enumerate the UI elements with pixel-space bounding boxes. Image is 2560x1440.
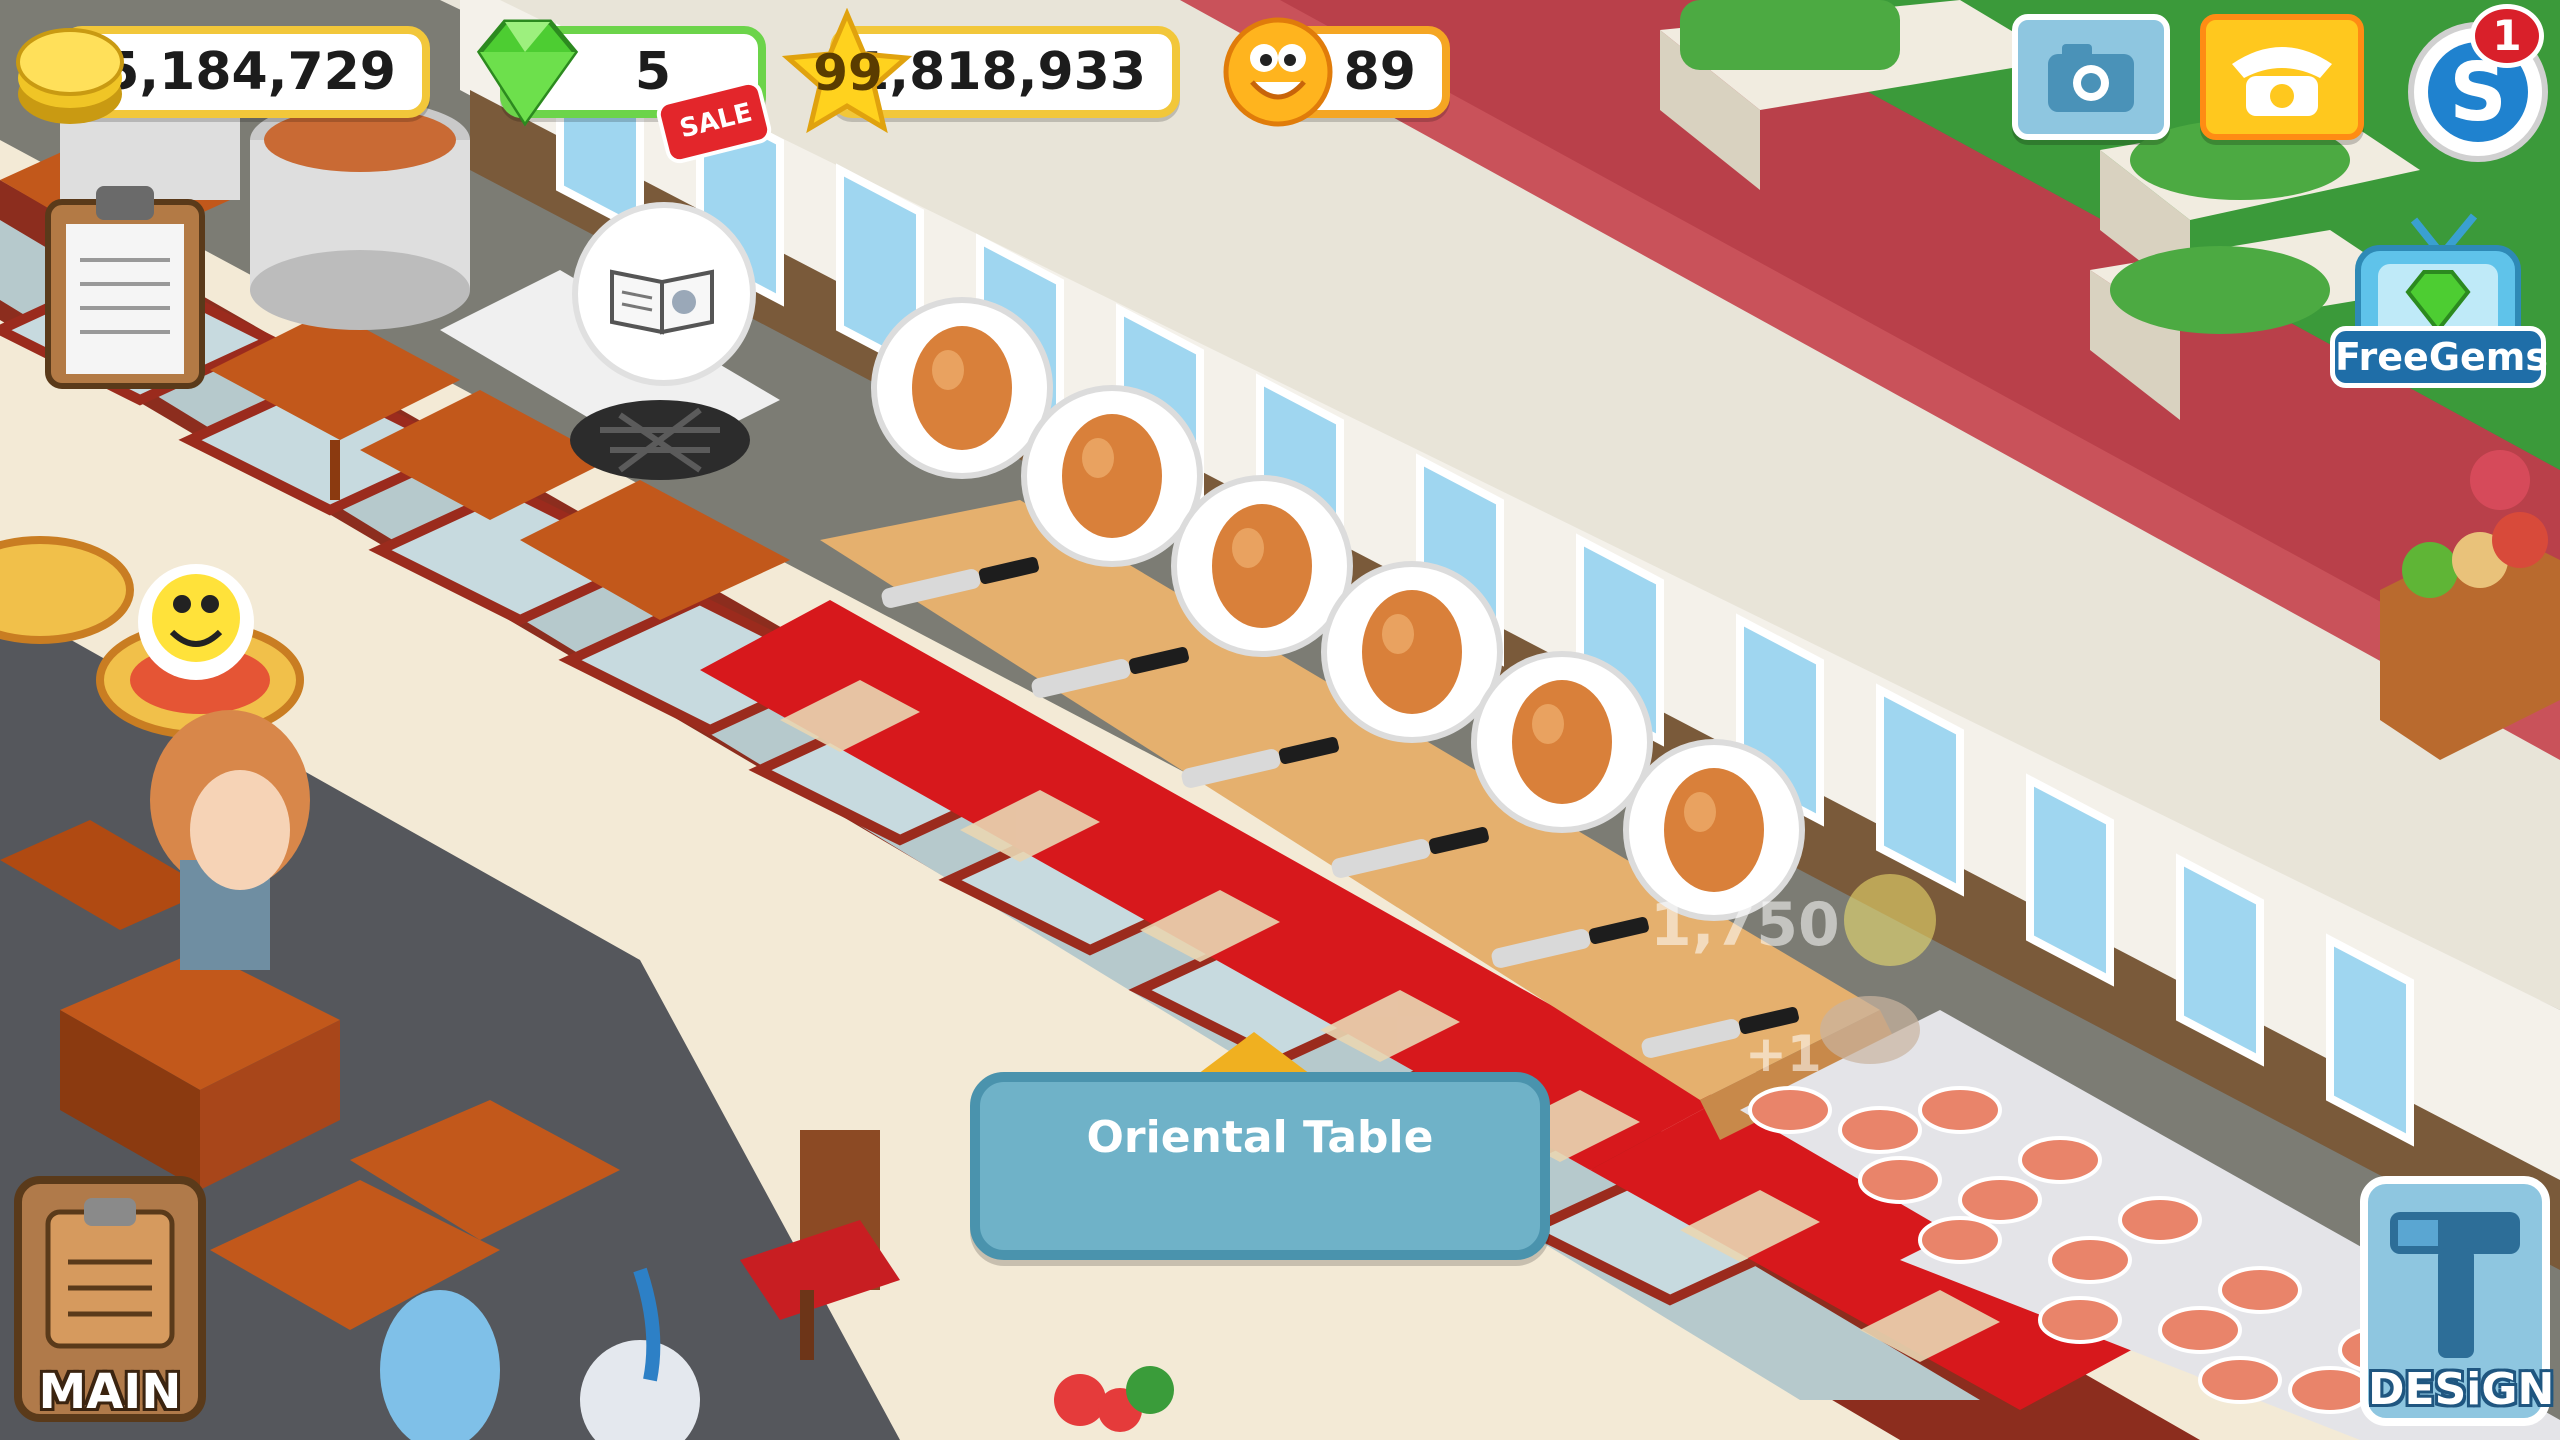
gems-value: 5 <box>634 42 672 102</box>
recipe-book-icon <box>610 269 714 335</box>
xp-gain-icon <box>1820 996 1920 1064</box>
coin-gain-text: 1,750 <box>1650 890 1840 960</box>
smiley-bubble <box>138 564 254 680</box>
camera-icon <box>2048 44 2134 112</box>
hammer-icon <box>2390 1212 2520 1358</box>
notification-count: 1 <box>2492 11 2522 60</box>
clipboard-icon <box>45 186 205 389</box>
main-label: MAIN <box>38 1364 182 1420</box>
smiley-icon <box>1223 17 1333 127</box>
phone-icon <box>2232 47 2332 116</box>
recipe-book-button[interactable] <box>572 202 756 386</box>
free-gems-label: FreeGems <box>2330 326 2548 388</box>
coin-icon <box>16 28 124 124</box>
clipboard-icon <box>45 1198 175 1349</box>
camera-button[interactable] <box>2012 14 2170 140</box>
gem-icon <box>476 19 579 127</box>
design-label: DESiGN <box>2368 1364 2555 1415</box>
coin-gain-icon <box>1844 874 1936 966</box>
happiness-value: 89 <box>1343 42 1416 102</box>
design-button[interactable]: DESiGN <box>2360 1176 2555 1426</box>
tooltip-title: Oriental Table <box>1086 1112 1434 1163</box>
level-value: 99 <box>813 44 883 102</box>
item-tooltip: Oriental Table <box>970 1072 1550 1260</box>
phone-button[interactable] <box>2200 14 2364 140</box>
xp-gain-text: +1 <box>1745 1025 1822 1083</box>
notification-badge: 1 <box>2470 4 2544 68</box>
main-button[interactable]: MAIN <box>14 1176 206 1422</box>
orders-button[interactable] <box>40 180 210 390</box>
